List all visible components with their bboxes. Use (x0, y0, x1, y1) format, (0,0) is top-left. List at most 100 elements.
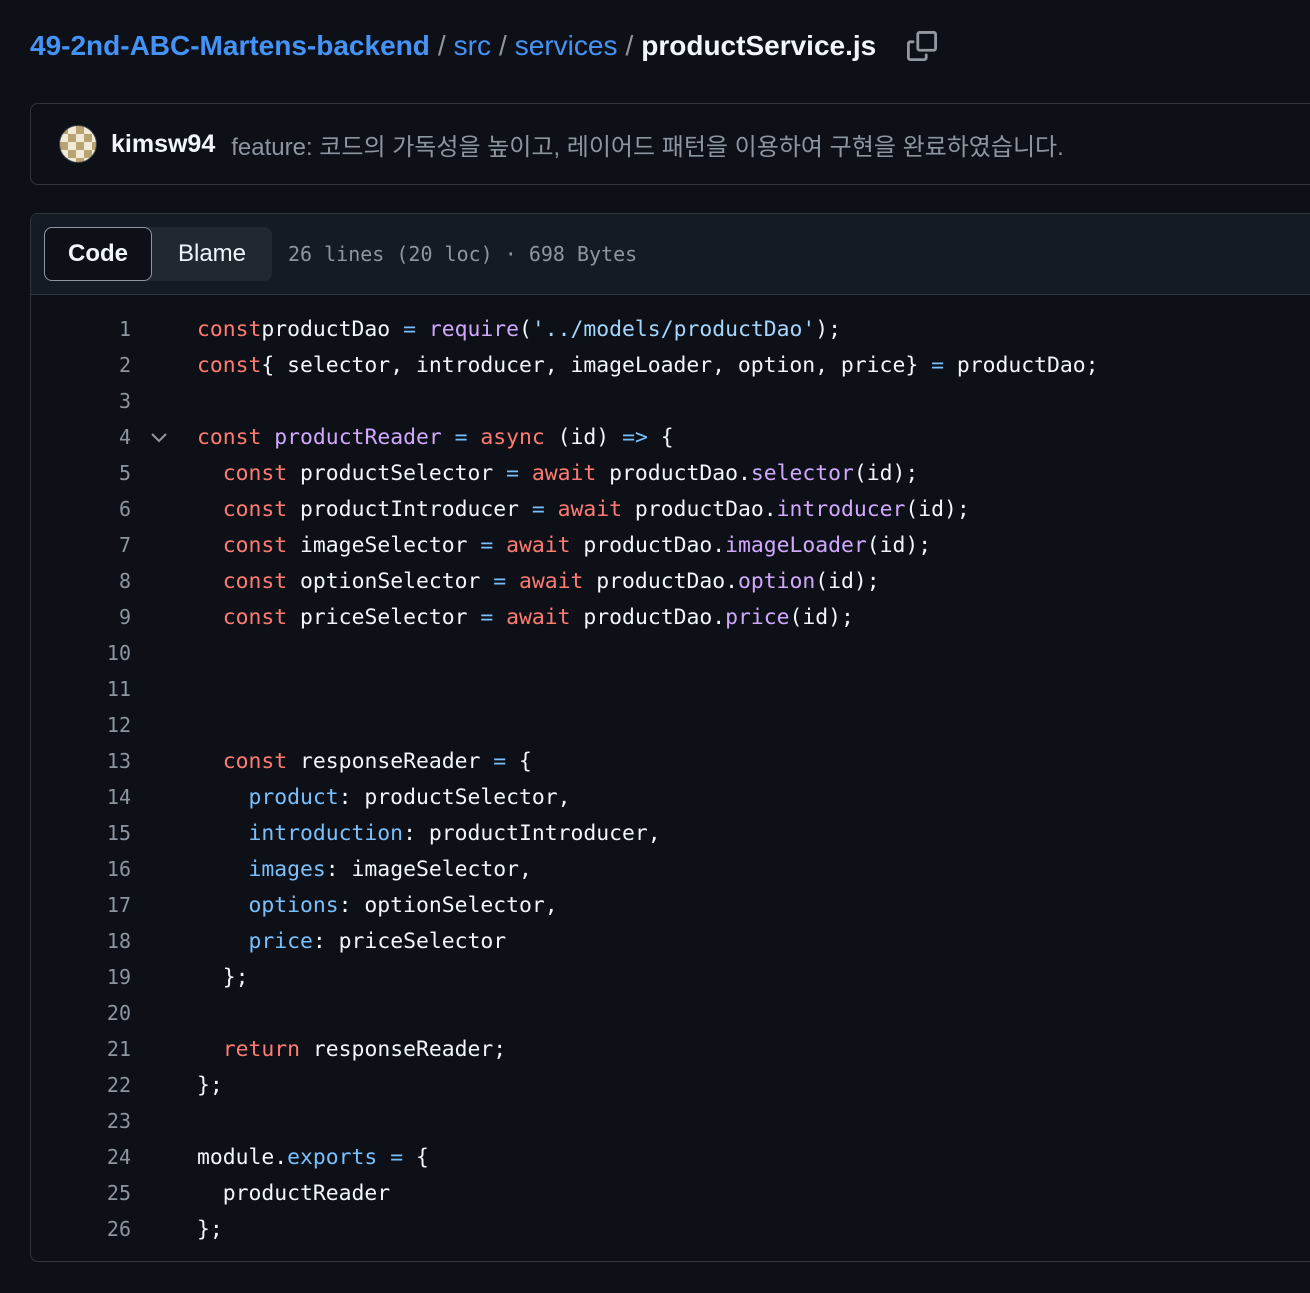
code-token: : productSelector, (338, 784, 571, 810)
breadcrumb-repo-link[interactable]: 49-2nd-ABC-Martens-backend (30, 30, 430, 62)
code-text: }; (197, 1217, 223, 1242)
code-token: const (222, 748, 288, 774)
code-line: 16 images: imageSelector, (31, 851, 1310, 887)
avatar[interactable] (59, 125, 97, 163)
code-token: responseReader (287, 748, 494, 774)
line-number[interactable]: 25 (91, 1181, 131, 1205)
code-line: 3 (31, 383, 1310, 419)
line-number[interactable]: 14 (91, 785, 131, 809)
code-token: productDao (261, 316, 404, 342)
code-line: 17 options: optionSelector, (31, 887, 1310, 923)
breadcrumb-services-link[interactable]: services (515, 30, 618, 62)
code-line: 13 const responseReader = { (31, 743, 1310, 779)
line-number[interactable]: 24 (91, 1145, 131, 1169)
line-number[interactable]: 19 (91, 965, 131, 989)
code-token: = (454, 424, 468, 450)
line-number[interactable]: 18 (91, 929, 131, 953)
commit-message[interactable]: feature: 코드의 가독성을 높이고, 레이어드 패턴을 이용하여 구현을… (231, 127, 1064, 162)
code-token: introducer (776, 496, 906, 522)
line-number[interactable]: 15 (91, 821, 131, 845)
line-number[interactable]: 7 (91, 533, 131, 557)
code-text: return responseReader; (197, 1037, 506, 1062)
code-token: const (222, 532, 288, 558)
code-token: exports (287, 1144, 378, 1170)
code-token: = (493, 568, 507, 594)
chevron-down-icon[interactable] (149, 427, 169, 447)
code-line: 20 (31, 995, 1310, 1031)
code-token: = (931, 352, 944, 378)
line-number[interactable]: 4 (91, 425, 131, 449)
code-token: priceSelector (287, 604, 481, 630)
code-listing[interactable]: 1 constproductDao = require('../models/pr… (31, 295, 1310, 1247)
line-number[interactable]: 6 (91, 497, 131, 521)
code-token: }; (197, 964, 249, 990)
code-text: const priceSelector = await productDao.p… (197, 605, 854, 630)
line-number[interactable]: 2 (91, 353, 131, 377)
line-number[interactable]: 26 (91, 1217, 131, 1241)
code-token: const (222, 460, 288, 486)
line-number[interactable]: 3 (91, 389, 131, 413)
code-token: selector (750, 460, 854, 486)
line-number[interactable]: 5 (91, 461, 131, 485)
line-number[interactable]: 12 (91, 713, 131, 737)
line-number[interactable]: 9 (91, 605, 131, 629)
code-token: : priceSelector (312, 928, 507, 954)
code-text: const productSelector = await productDao… (197, 460, 919, 486)
code-token: await (557, 496, 623, 522)
file-info: 26 lines (20 loc) · 698 Bytes (288, 242, 638, 266)
code-token: const (222, 604, 288, 630)
line-number[interactable]: 10 (91, 641, 131, 665)
line-number[interactable]: 11 (91, 677, 131, 701)
line-number[interactable]: 13 (91, 749, 131, 773)
code-line: 8 const optionSelector = await productDa… (31, 563, 1310, 599)
code-text: const imageSelector = await productDao.i… (197, 533, 931, 558)
code-token: const (197, 316, 262, 342)
breadcrumb-current-file: productService.js (641, 30, 877, 61)
code-token: (id); (905, 496, 970, 522)
code-token: productDao. (570, 604, 726, 630)
line-number[interactable]: 20 (91, 1001, 131, 1025)
code-token: = (390, 1144, 404, 1170)
line-number[interactable]: 23 (91, 1109, 131, 1133)
line-number[interactable]: 1 (91, 317, 131, 341)
code-token: (id); (853, 460, 919, 486)
code-text: const{ selector, introducer, imageLoader… (197, 353, 1099, 378)
code-token: }; (197, 1072, 223, 1098)
code-token: require (428, 316, 520, 342)
tab-code[interactable]: Code (44, 227, 152, 281)
code-token: => (622, 424, 648, 450)
line-number[interactable]: 17 (91, 893, 131, 917)
code-token: price (248, 928, 313, 954)
breadcrumb-separator: / (625, 30, 634, 61)
code-token: : productIntroducer, (403, 820, 661, 846)
code-text: options: optionSelector, (197, 893, 558, 918)
file-viewer: Code Blame 26 lines (20 loc) · 698 Bytes… (30, 213, 1310, 1262)
breadcrumb-src-link[interactable]: src (454, 30, 491, 62)
line-number[interactable]: 16 (91, 857, 131, 881)
code-token: { (647, 424, 674, 450)
commit-author[interactable]: kimsw94 (111, 130, 215, 159)
tab-blame[interactable]: Blame (152, 227, 272, 281)
code-line: 15 introduction: productIntroducer, (31, 815, 1310, 851)
line-number[interactable]: 22 (91, 1073, 131, 1097)
line-number[interactable]: 8 (91, 569, 131, 593)
code-token: await (519, 568, 584, 594)
code-token: = (403, 316, 416, 342)
code-line: 19 }; (31, 959, 1310, 995)
breadcrumb-separator: / (498, 30, 507, 61)
code-line: 25 productReader (31, 1175, 1310, 1211)
copy-path-button[interactable] (906, 30, 938, 62)
code-line: 12 (31, 707, 1310, 743)
code-token: = (480, 532, 494, 558)
line-number[interactable]: 21 (91, 1037, 131, 1061)
latest-commit-box: kimsw94 feature: 코드의 가독성을 높이고, 레이어드 패턴을 … (30, 103, 1310, 185)
code-line: 7 const imageSelector = await productDao… (31, 527, 1310, 563)
